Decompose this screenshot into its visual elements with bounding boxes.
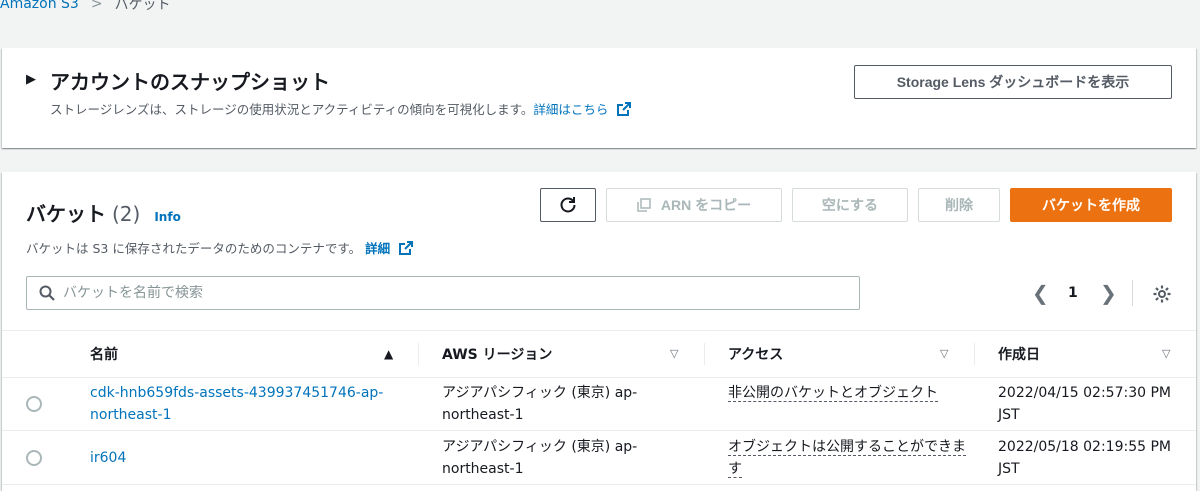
buckets-title-text: バケット: [26, 202, 106, 226]
sort-icon[interactable]: ▽: [1162, 347, 1170, 360]
bucket-region: アジアパシフィック (東京) ap-northeast-1: [442, 439, 638, 477]
buckets-count: (2): [112, 202, 141, 226]
pager-divider: [1132, 280, 1133, 306]
bucket-name-link[interactable]: cdk-hnb659fds-assets-439937451746-ap-nor…: [90, 382, 390, 426]
bucket-access-text: 非公開のバケットとオブジェクト: [728, 385, 938, 402]
breadcrumb-link-s3[interactable]: Amazon S3: [0, 0, 79, 12]
column-divider: [974, 343, 975, 365]
learn-more-link[interactable]: 詳細はこちら: [533, 99, 608, 118]
column-header-created[interactable]: 作成日: [998, 331, 1040, 377]
table-header: 名前 ▲ AWS リージョン ▽ アクセス ▽ 作成日 ▽: [2, 330, 1196, 378]
copy-arn-label: ARN をコピー: [660, 197, 752, 213]
empty-bucket-button[interactable]: 空にする: [792, 188, 908, 222]
bucket-access-text: オブジェクトは公開することができます: [728, 439, 966, 478]
snapshot-description-text: ストレージレンズは、ストレージの使用状況とアクティビティの傾向を可視化します。: [50, 102, 534, 117]
account-snapshot-panel: ▶ アカウントのスナップショット ストレージレンズは、ストレージの使用状況とアク…: [2, 48, 1196, 148]
page-number[interactable]: 1: [1068, 280, 1078, 306]
column-divider: [704, 343, 705, 365]
row-select-radio[interactable]: [26, 450, 42, 466]
search-input[interactable]: [63, 285, 823, 301]
search-icon: [39, 285, 55, 301]
info-link[interactable]: Info: [154, 210, 180, 224]
sort-icon[interactable]: ▽: [670, 347, 678, 360]
bucket-region: アジアパシフィック (東京) ap-northeast-1: [442, 385, 638, 423]
refresh-icon: [560, 197, 576, 213]
buckets-title: バケット (2) Info: [26, 198, 181, 227]
caret-right-icon[interactable]: ▶: [26, 72, 36, 87]
column-header-access[interactable]: アクセス: [728, 331, 783, 377]
bucket-access: オブジェクトは公開することができます: [728, 436, 968, 480]
bucket-created: 2022/05/18 02:19:55 PM JST: [998, 439, 1171, 477]
bucket-search[interactable]: [26, 276, 860, 310]
buckets-panel: バケット (2) Info バケットは S3 に保存されたデータのためのコンテナ…: [2, 172, 1196, 491]
bucket-access: 非公開のバケットとオブジェクト: [728, 382, 968, 404]
table-row: cdk-hnb659fds-assets-439937451746-ap-nor…: [2, 378, 1196, 431]
copy-arn-button[interactable]: ARN をコピー: [606, 188, 782, 222]
table-row: ir604 アジアパシフィック (東京) ap-northeast-1 オブジェ…: [2, 432, 1196, 485]
column-header-region[interactable]: AWS リージョン: [442, 331, 552, 377]
create-bucket-button[interactable]: バケットを作成: [1010, 188, 1172, 222]
column-header-name[interactable]: 名前: [90, 331, 118, 377]
chevron-right-icon: >: [90, 0, 103, 12]
details-link[interactable]: 詳細: [365, 238, 390, 257]
storage-lens-dashboard-button[interactable]: Storage Lens ダッシュボードを表示: [854, 65, 1172, 99]
bucket-name-link[interactable]: ir604: [90, 447, 390, 469]
row-select-radio[interactable]: [26, 396, 42, 412]
bucket-created: 2022/04/15 02:57:30 PM JST: [998, 385, 1171, 423]
sort-icon[interactable]: ▽: [940, 347, 948, 360]
chevron-left-icon[interactable]: ❮: [1032, 280, 1049, 306]
column-divider: [418, 343, 419, 365]
snapshot-description: ストレージレンズは、ストレージの使用状況とアクティビティの傾向を可視化します。 …: [50, 99, 632, 118]
refresh-button[interactable]: [540, 188, 596, 222]
gear-icon[interactable]: [1152, 284, 1172, 304]
copy-icon: [637, 198, 651, 212]
breadcrumb: Amazon S3 > バケット: [0, 0, 171, 14]
external-link-icon[interactable]: [616, 101, 632, 117]
buckets-description-text: バケットは S3 に保存されたデータのためのコンテナです。: [26, 241, 362, 256]
external-link-icon[interactable]: [398, 240, 414, 256]
chevron-right-icon[interactable]: ❯: [1100, 280, 1117, 306]
delete-bucket-button[interactable]: 削除: [918, 188, 1000, 222]
buckets-description: バケットは S3 に保存されたデータのためのコンテナです。 詳細: [26, 238, 414, 257]
sort-ascending-icon[interactable]: ▲: [384, 347, 393, 361]
breadcrumb-current: バケット: [114, 0, 171, 13]
snapshot-title[interactable]: アカウントのスナップショット: [50, 66, 330, 95]
